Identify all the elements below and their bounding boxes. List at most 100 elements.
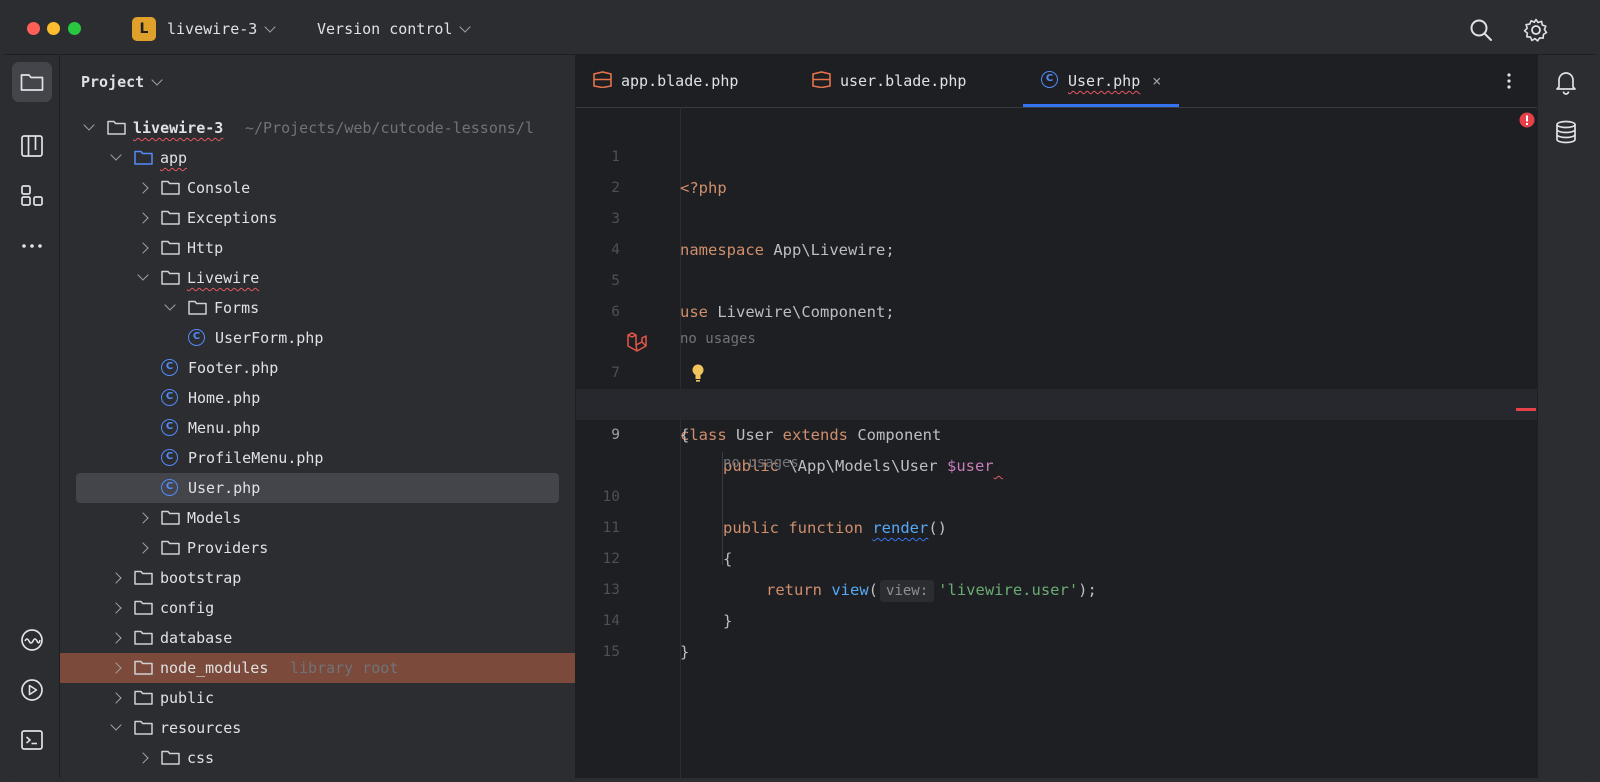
tree-item-label: Console	[187, 179, 251, 197]
project-panel-header[interactable]: Project	[81, 73, 163, 91]
chevron-down-icon	[151, 74, 163, 86]
chevron-right-icon[interactable]	[137, 242, 149, 254]
chevron-right-icon[interactable]	[137, 542, 149, 554]
right-tool-strip	[1537, 55, 1596, 778]
tree-item[interactable]: Livewire	[60, 263, 575, 293]
folder-icon	[161, 750, 180, 765]
bell-icon[interactable]	[1553, 69, 1579, 95]
tree-item[interactable]: Forms	[60, 293, 575, 323]
code-line-1: 1 <?php	[576, 111, 1537, 197]
tree-item[interactable]: C User.php	[76, 473, 559, 503]
tree-item[interactable]: app	[60, 143, 575, 173]
run-icon[interactable]	[19, 677, 45, 703]
tree-item-label: Forms	[214, 299, 260, 317]
laravel-icon[interactable]	[626, 332, 648, 353]
chevron-right-icon[interactable]	[137, 752, 149, 764]
folder-icon	[134, 570, 153, 585]
tree-item[interactable]: public	[60, 683, 575, 713]
tree-item[interactable]: C ProfileMenu.php	[60, 443, 575, 473]
folder-icon	[134, 720, 153, 735]
close-window-button[interactable]	[27, 22, 40, 35]
chevron-right-icon[interactable]	[110, 602, 122, 614]
tree-item[interactable]: C Footer.php	[60, 353, 575, 383]
chevron-down-icon	[459, 21, 472, 33]
tree-item[interactable]: node_modules library root	[60, 653, 575, 683]
chevron-down-icon[interactable]	[137, 269, 149, 281]
blade-icon	[812, 71, 831, 88]
chevron-right-icon[interactable]	[137, 512, 149, 524]
tree-item-label: config	[160, 599, 215, 617]
tab-app-blade[interactable]: app.blade.php	[593, 55, 738, 107]
tree-item[interactable]: css	[60, 743, 575, 773]
tree-item[interactable]: resources	[60, 713, 575, 743]
search-icon[interactable]	[1468, 17, 1494, 43]
tree-item[interactable]: config	[60, 593, 575, 623]
code-line-11: 11 {	[576, 482, 1537, 568]
error-stripe-mark[interactable]	[1516, 408, 1536, 411]
chevron-down-icon[interactable]	[110, 149, 122, 161]
chevron-right-icon[interactable]	[137, 182, 149, 194]
vcs-menu[interactable]: Version control	[317, 20, 472, 38]
folder-icon	[134, 600, 153, 615]
folder-icon	[161, 270, 180, 285]
tree-item[interactable]: C Home.php	[60, 383, 575, 413]
code-line-7: 7 class User extends Component	[576, 327, 1537, 444]
tree-item-hint: library root	[290, 659, 399, 677]
chevron-right-icon[interactable]	[110, 692, 122, 704]
tree-item[interactable]: database	[60, 623, 575, 653]
tree-item[interactable]: Exceptions	[60, 203, 575, 233]
more-icon[interactable]	[19, 233, 45, 259]
gear-icon[interactable]	[1523, 17, 1549, 43]
tree-item[interactable]: livewire-3 ~/Projects/web/cutcode-lessons…	[60, 113, 575, 143]
tree-item-label: Menu.php	[188, 419, 261, 437]
project-switcher[interactable]: livewire-3	[167, 20, 276, 38]
code-area[interactable]: 1 <?php 2 3 namespace App\Livewire; 4 5 …	[576, 107, 1537, 778]
chevron-down-icon[interactable]	[164, 299, 176, 311]
folder-icon	[161, 540, 180, 555]
chevron-right-icon[interactable]	[110, 632, 122, 644]
folder-icon	[134, 690, 153, 705]
code-line-6: 6	[576, 266, 1537, 320]
tab-user-php[interactable]: C User.php ×	[1023, 55, 1180, 107]
editor-tab-bar: app.blade.php user.blade.php C User.php ×	[576, 55, 1537, 108]
chevron-down-icon[interactable]	[110, 719, 122, 731]
database-icon[interactable]	[1553, 119, 1579, 145]
class-icon: C	[161, 449, 178, 466]
error-indicator-icon[interactable]	[1519, 112, 1535, 128]
chevron-right-icon[interactable]	[110, 572, 122, 584]
project-panel-title: Project	[81, 73, 145, 91]
services-icon[interactable]	[19, 627, 45, 653]
folder-icon	[134, 630, 153, 645]
minimize-window-button[interactable]	[47, 22, 60, 35]
tab-label: user.blade.php	[840, 72, 967, 90]
tree-item[interactable]: Http	[60, 233, 575, 263]
tree-item-label: livewire-3	[133, 119, 224, 137]
tree-item[interactable]: Console	[60, 173, 575, 203]
usages-hint[interactable]: no usages	[576, 421, 1537, 471]
tree-item[interactable]: Providers	[60, 533, 575, 563]
lightbulb-icon[interactable]	[690, 363, 706, 383]
tree-item[interactable]: bootstrap	[60, 563, 575, 593]
folder-icon	[161, 180, 180, 195]
tree-item-label: Home.php	[188, 389, 261, 407]
code-line-4: 4	[576, 204, 1537, 258]
tab-user-blade[interactable]: user.blade.php	[812, 55, 966, 107]
line-number: 15	[602, 644, 620, 660]
project-badge[interactable]: L	[132, 17, 156, 41]
chevron-right-icon[interactable]	[137, 212, 149, 224]
tree-item[interactable]: C UserForm.php	[60, 323, 575, 353]
plugins-icon[interactable]	[19, 183, 45, 209]
close-tab-icon[interactable]: ×	[1152, 55, 1161, 107]
tree-item[interactable]: Models	[60, 503, 575, 533]
tree-item[interactable]: C Menu.php	[60, 413, 575, 443]
terminal-icon[interactable]	[19, 727, 45, 753]
zoom-window-button[interactable]	[68, 22, 81, 35]
folder-icon	[20, 74, 44, 91]
structure-icon[interactable]	[19, 133, 45, 159]
code-line-15: 15	[576, 606, 1537, 660]
chevron-right-icon[interactable]	[110, 662, 122, 674]
tab-options-icon[interactable]	[1505, 71, 1513, 91]
usages-hint[interactable]: no usages	[576, 297, 1537, 347]
chevron-down-icon[interactable]	[83, 119, 95, 131]
class-icon: C	[188, 329, 205, 346]
